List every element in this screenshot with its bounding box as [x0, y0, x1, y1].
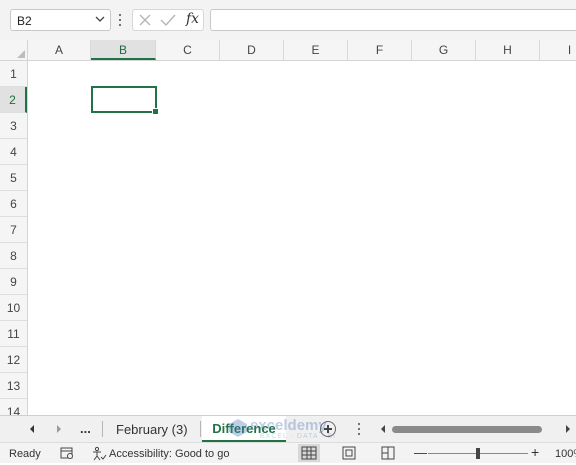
- row-header[interactable]: 11: [0, 321, 27, 347]
- more-options-icon[interactable]: [357, 422, 361, 436]
- row-header[interactable]: 7: [0, 217, 27, 243]
- row-header[interactable]: 3: [0, 113, 27, 139]
- status-ready: Ready: [9, 448, 41, 460]
- row-header[interactable]: 8: [0, 243, 27, 269]
- sheet-tab-bar: ... February (3) Difference exceldemy EX…: [0, 415, 576, 442]
- normal-view-icon: [301, 446, 317, 460]
- accessibility-icon[interactable]: [91, 446, 107, 461]
- more-options-icon[interactable]: [118, 12, 122, 28]
- more-sheets-button[interactable]: ...: [80, 421, 91, 436]
- row-header[interactable]: 4: [0, 139, 27, 165]
- scroll-left-arrow-icon[interactable]: [378, 423, 388, 435]
- insert-function-button[interactable]: fx: [186, 11, 199, 27]
- status-bar: Ready Accessibility: Good to go — + 100%: [0, 442, 576, 463]
- row-header[interactable]: 5: [0, 165, 27, 191]
- column-headers: A B C D E F G H I: [0, 40, 576, 61]
- enter-check-icon[interactable]: [160, 13, 176, 27]
- page-break-icon: [381, 446, 395, 460]
- scroll-right-icon[interactable]: [52, 422, 66, 436]
- column-header-selected[interactable]: B: [91, 40, 156, 60]
- row-header[interactable]: 10: [0, 295, 27, 321]
- accessibility-status[interactable]: Accessibility: Good to go: [109, 448, 229, 460]
- column-header[interactable]: D: [220, 40, 284, 60]
- zoom-slider-thumb[interactable]: [476, 448, 480, 459]
- normal-view-button[interactable]: [298, 444, 320, 462]
- zoom-level[interactable]: 100%: [555, 448, 576, 460]
- scroll-left-icon[interactable]: [25, 422, 39, 436]
- page-break-view-button[interactable]: [377, 444, 399, 462]
- formula-input[interactable]: [210, 9, 576, 31]
- tab-divider: [200, 421, 201, 437]
- column-header[interactable]: G: [412, 40, 476, 60]
- row-header[interactable]: 12: [0, 347, 27, 373]
- sheet-tab[interactable]: February (3): [116, 419, 188, 440]
- row-headers: 1 2 3 4 5 6 7 8 9 10 11 12 13 14: [0, 61, 28, 415]
- chevron-down-icon[interactable]: [94, 13, 106, 25]
- formula-bar: B2 fx: [0, 0, 576, 42]
- row-header[interactable]: 13: [0, 373, 27, 399]
- column-header[interactable]: C: [156, 40, 220, 60]
- row-header[interactable]: 14: [0, 399, 27, 415]
- zoom-out-button[interactable]: —: [414, 445, 427, 460]
- macro-record-icon[interactable]: [60, 446, 74, 460]
- zoom-in-button[interactable]: +: [531, 444, 539, 460]
- column-header[interactable]: A: [28, 40, 91, 60]
- sheet-tab-active[interactable]: Difference: [202, 416, 286, 442]
- scroll-right-arrow-icon[interactable]: [563, 423, 573, 435]
- cancel-icon[interactable]: [138, 13, 152, 27]
- select-all-button[interactable]: [0, 40, 28, 60]
- page-layout-view-button[interactable]: [338, 444, 360, 462]
- row-header[interactable]: 9: [0, 269, 27, 295]
- active-cell[interactable]: [91, 86, 159, 115]
- column-header[interactable]: F: [348, 40, 412, 60]
- worksheet-grid[interactable]: [28, 61, 576, 415]
- row-header[interactable]: 1: [0, 61, 27, 87]
- add-sheet-icon[interactable]: [320, 421, 336, 437]
- name-box-value: B2: [17, 14, 32, 28]
- row-header[interactable]: 6: [0, 191, 27, 217]
- page-layout-icon: [342, 446, 356, 460]
- formula-actions: fx: [132, 9, 204, 31]
- scrollbar-thumb[interactable]: [392, 426, 542, 433]
- column-header[interactable]: I: [540, 40, 576, 60]
- column-header[interactable]: H: [476, 40, 540, 60]
- name-box[interactable]: B2: [10, 9, 111, 31]
- row-header-selected[interactable]: 2: [0, 87, 27, 113]
- column-header[interactable]: E: [284, 40, 348, 60]
- horizontal-scrollbar[interactable]: [378, 420, 576, 438]
- tab-divider: [102, 421, 103, 437]
